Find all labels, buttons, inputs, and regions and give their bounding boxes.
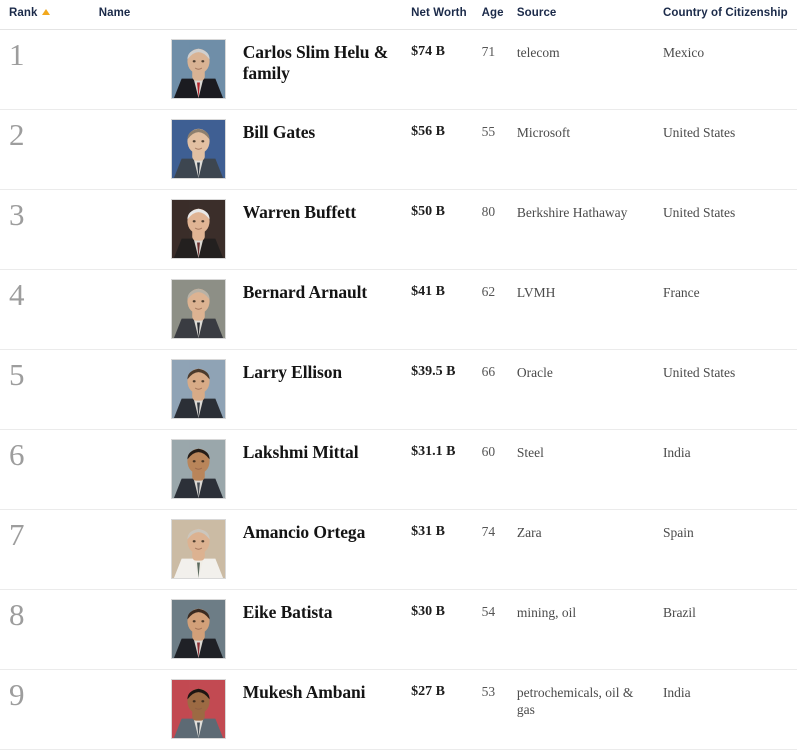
cell-name: Bill Gates (94, 109, 412, 190)
cell-net-worth: $50 B (411, 189, 482, 270)
cell-rank: 8 (0, 589, 95, 670)
column-header-rank-label: Rank (9, 7, 38, 19)
table-row[interactable]: 7 Amancio Ortega $31 B 74 Zara Spain (0, 509, 797, 590)
cell-source: Oracle (516, 349, 663, 430)
sort-ascending-icon[interactable] (41, 9, 50, 15)
table-header-row: Rank Name Net Worth Age Source Country o… (0, 0, 797, 30)
person-name: Eike Batista (242, 602, 333, 622)
person-name: Bernard Arnault (242, 282, 368, 302)
cell-age: 55 (481, 109, 517, 190)
column-header-age-label: Age (481, 7, 504, 19)
cell-name: Mukesh Ambani (94, 669, 412, 750)
column-header-name[interactable]: Name (94, 0, 412, 30)
cell-source: telecom (516, 29, 663, 110)
cell-country: France (662, 269, 797, 350)
cell-name: Lakshmi Mittal (94, 429, 412, 510)
table-row[interactable]: 1 Carlos Slim Helu & family $74 B 71 tel… (0, 29, 797, 110)
cell-net-worth: $31 B (411, 509, 482, 590)
column-header-source[interactable]: Source (516, 0, 663, 30)
person-name: Mukesh Ambani (242, 682, 366, 702)
person-name: Amancio Ortega (242, 522, 366, 542)
table-row[interactable]: 5 Larry Ellison $39.5 B 66 Oracle United… (0, 349, 797, 430)
cell-source: Berkshire Hathaway (516, 189, 663, 270)
person-photo[interactable] (170, 519, 226, 579)
cell-age: 62 (481, 269, 517, 350)
person-name: Warren Buffett (242, 202, 357, 222)
table-row[interactable]: 8 Eike Batista $30 B 54 mining, oil Braz… (0, 589, 797, 670)
cell-name: Bernard Arnault (94, 269, 412, 350)
person-name: Carlos Slim Helu & family (242, 42, 389, 83)
column-header-net-worth-label: Net Worth (411, 7, 467, 19)
cell-age: 53 (481, 669, 517, 750)
cell-country: United States (662, 109, 797, 190)
cell-net-worth: $74 B (411, 29, 482, 110)
person-name: Lakshmi Mittal (242, 442, 359, 462)
cell-source: Steel (516, 429, 663, 510)
cell-source: mining, oil (516, 589, 663, 670)
person-name: Bill Gates (242, 122, 316, 142)
person-photo[interactable] (170, 199, 226, 259)
cell-rank: 3 (0, 189, 95, 270)
cell-rank: 6 (0, 429, 95, 510)
billionaires-ranking-table: Rank Name Net Worth Age Source Country o… (0, 0, 797, 750)
cell-rank: 2 (0, 109, 95, 190)
cell-rank: 7 (0, 509, 95, 590)
table-row[interactable]: 9 Mukesh Ambani $27 B 53 petrochemicals,… (0, 669, 797, 750)
person-photo[interactable] (170, 119, 226, 179)
cell-source: petrochemicals, oil & gas (516, 669, 663, 750)
column-header-country[interactable]: Country of Citizenship (662, 0, 797, 30)
person-photo[interactable] (170, 599, 226, 659)
cell-age: 80 (481, 189, 517, 270)
column-header-name-label: Name (98, 7, 131, 19)
table-header: Rank Name Net Worth Age Source Country o… (0, 0, 797, 30)
cell-net-worth: $30 B (411, 589, 482, 670)
cell-age: 74 (481, 509, 517, 590)
cell-net-worth: $27 B (411, 669, 482, 750)
table-row[interactable]: 2 Bill Gates $56 B 55 Microsoft United S… (0, 109, 797, 190)
cell-source: LVMH (516, 269, 663, 350)
column-header-age[interactable]: Age (481, 0, 517, 30)
cell-country: United States (662, 189, 797, 270)
cell-name: Amancio Ortega (94, 509, 412, 590)
table-row[interactable]: 3 Warren Buffett $50 B 80 Berkshire Hath… (0, 189, 797, 270)
cell-rank: 9 (0, 669, 95, 750)
cell-country: Spain (662, 509, 797, 590)
table-body: 1 Carlos Slim Helu & family $74 B 71 tel… (0, 29, 797, 750)
person-photo[interactable] (170, 679, 226, 739)
cell-rank: 5 (0, 349, 95, 430)
person-photo[interactable] (170, 359, 226, 419)
column-header-country-label: Country of Citizenship (662, 7, 788, 19)
person-name: Larry Ellison (242, 362, 343, 382)
cell-age: 54 (481, 589, 517, 670)
cell-rank: 1 (0, 29, 95, 110)
cell-country: United States (662, 349, 797, 430)
column-header-rank[interactable]: Rank (0, 0, 95, 30)
cell-age: 71 (481, 29, 517, 110)
cell-name: Carlos Slim Helu & family (94, 29, 412, 110)
cell-name: Warren Buffett (94, 189, 412, 270)
cell-country: Brazil (662, 589, 797, 670)
cell-name: Larry Ellison (94, 349, 412, 430)
cell-net-worth: $56 B (411, 109, 482, 190)
person-photo[interactable] (170, 39, 226, 99)
cell-source: Zara (516, 509, 663, 590)
cell-age: 66 (481, 349, 517, 430)
cell-age: 60 (481, 429, 517, 510)
cell-name: Eike Batista (94, 589, 412, 670)
person-photo[interactable] (170, 279, 226, 339)
person-photo[interactable] (170, 439, 226, 499)
cell-net-worth: $31.1 B (411, 429, 482, 510)
cell-country: India (662, 429, 797, 510)
cell-rank: 4 (0, 269, 95, 350)
cell-net-worth: $39.5 B (411, 349, 482, 430)
cell-net-worth: $41 B (411, 269, 482, 350)
column-header-source-label: Source (516, 7, 557, 19)
cell-source: Microsoft (516, 109, 663, 190)
cell-country: India (662, 669, 797, 750)
cell-country: Mexico (662, 29, 797, 110)
table-row[interactable]: 4 Bernard Arnault $41 B 62 LVMH France (0, 269, 797, 350)
table-row[interactable]: 6 Lakshmi Mittal $31.1 B 60 Steel India (0, 429, 797, 510)
column-header-net-worth[interactable]: Net Worth (411, 0, 482, 30)
